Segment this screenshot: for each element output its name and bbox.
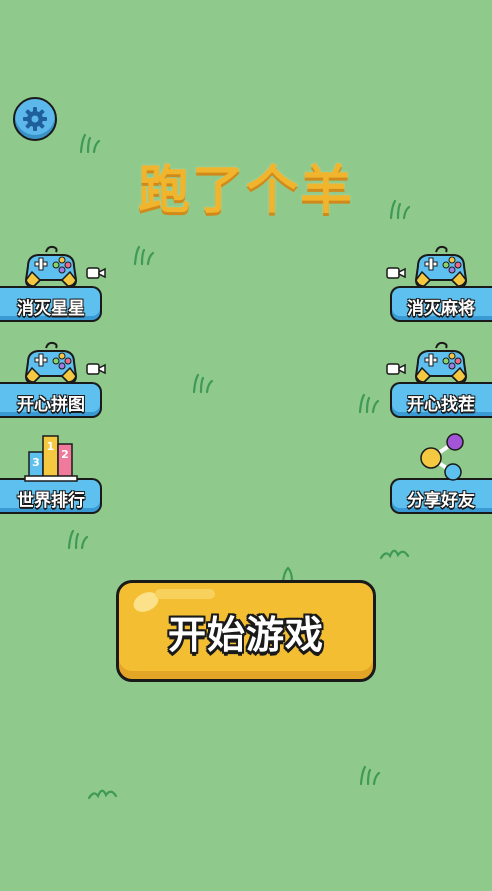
- grass-decoration: [192, 373, 214, 394]
- grass-decoration: [379, 549, 410, 560]
- menu-button-happy-puzzle[interactable]: 开心拼图: [0, 341, 106, 418]
- button-highlight: [155, 589, 215, 599]
- gamepad-icon: [24, 245, 78, 288]
- game-home-screen: 跑了个羊 消灭星星 开心拼图 3 1 2 世界排行 消灭麻将 开心找茬 分享好友…: [0, 0, 492, 891]
- podium-first-label: 1: [47, 440, 55, 453]
- menu-button-eliminate-stars[interactable]: 消灭星星: [0, 245, 106, 322]
- menu-button-label: 开心找茬: [407, 395, 475, 415]
- gear-icon: [23, 107, 47, 131]
- video-ad-icon: [86, 363, 106, 375]
- grass-decoration: [359, 765, 381, 786]
- game-title: 跑了个羊: [137, 161, 354, 221]
- video-ad-icon: [86, 267, 106, 279]
- grass-decoration: [67, 529, 89, 550]
- menu-button-eliminate-mahjong[interactable]: 消灭麻将: [386, 245, 492, 322]
- gamepad-icon: [414, 341, 468, 384]
- start-game-button[interactable]: 开始游戏: [116, 580, 376, 682]
- menu-button-label: 分享好友: [407, 491, 475, 511]
- gamepad-icon: [414, 245, 468, 288]
- grass-decoration: [358, 393, 380, 414]
- podium-third-label: 3: [32, 456, 40, 469]
- video-ad-icon: [386, 267, 406, 279]
- menu-button-label: 消灭星星: [17, 299, 85, 319]
- leaderboard-podium-icon: 3 1 2: [24, 435, 78, 482]
- video-ad-icon: [386, 363, 406, 375]
- menu-button-world-ranking[interactable]: 3 1 2 世界排行: [0, 435, 102, 514]
- menu-button-label: 开心拼图: [17, 395, 85, 415]
- podium-second-label: 2: [61, 448, 69, 461]
- grass-decoration: [87, 789, 118, 800]
- start-game-label: 开始游戏: [167, 612, 324, 657]
- menu-button-label: 消灭麻将: [407, 299, 475, 319]
- share-icon: [420, 433, 464, 481]
- menu-button-spot-difference[interactable]: 开心找茬: [386, 341, 492, 418]
- menu-button-share-friends[interactable]: 分享好友: [390, 433, 492, 514]
- gamepad-icon: [24, 341, 78, 384]
- menu-button-label: 世界排行: [17, 491, 85, 511]
- settings-button[interactable]: [13, 97, 57, 141]
- grass-decoration: [133, 245, 155, 266]
